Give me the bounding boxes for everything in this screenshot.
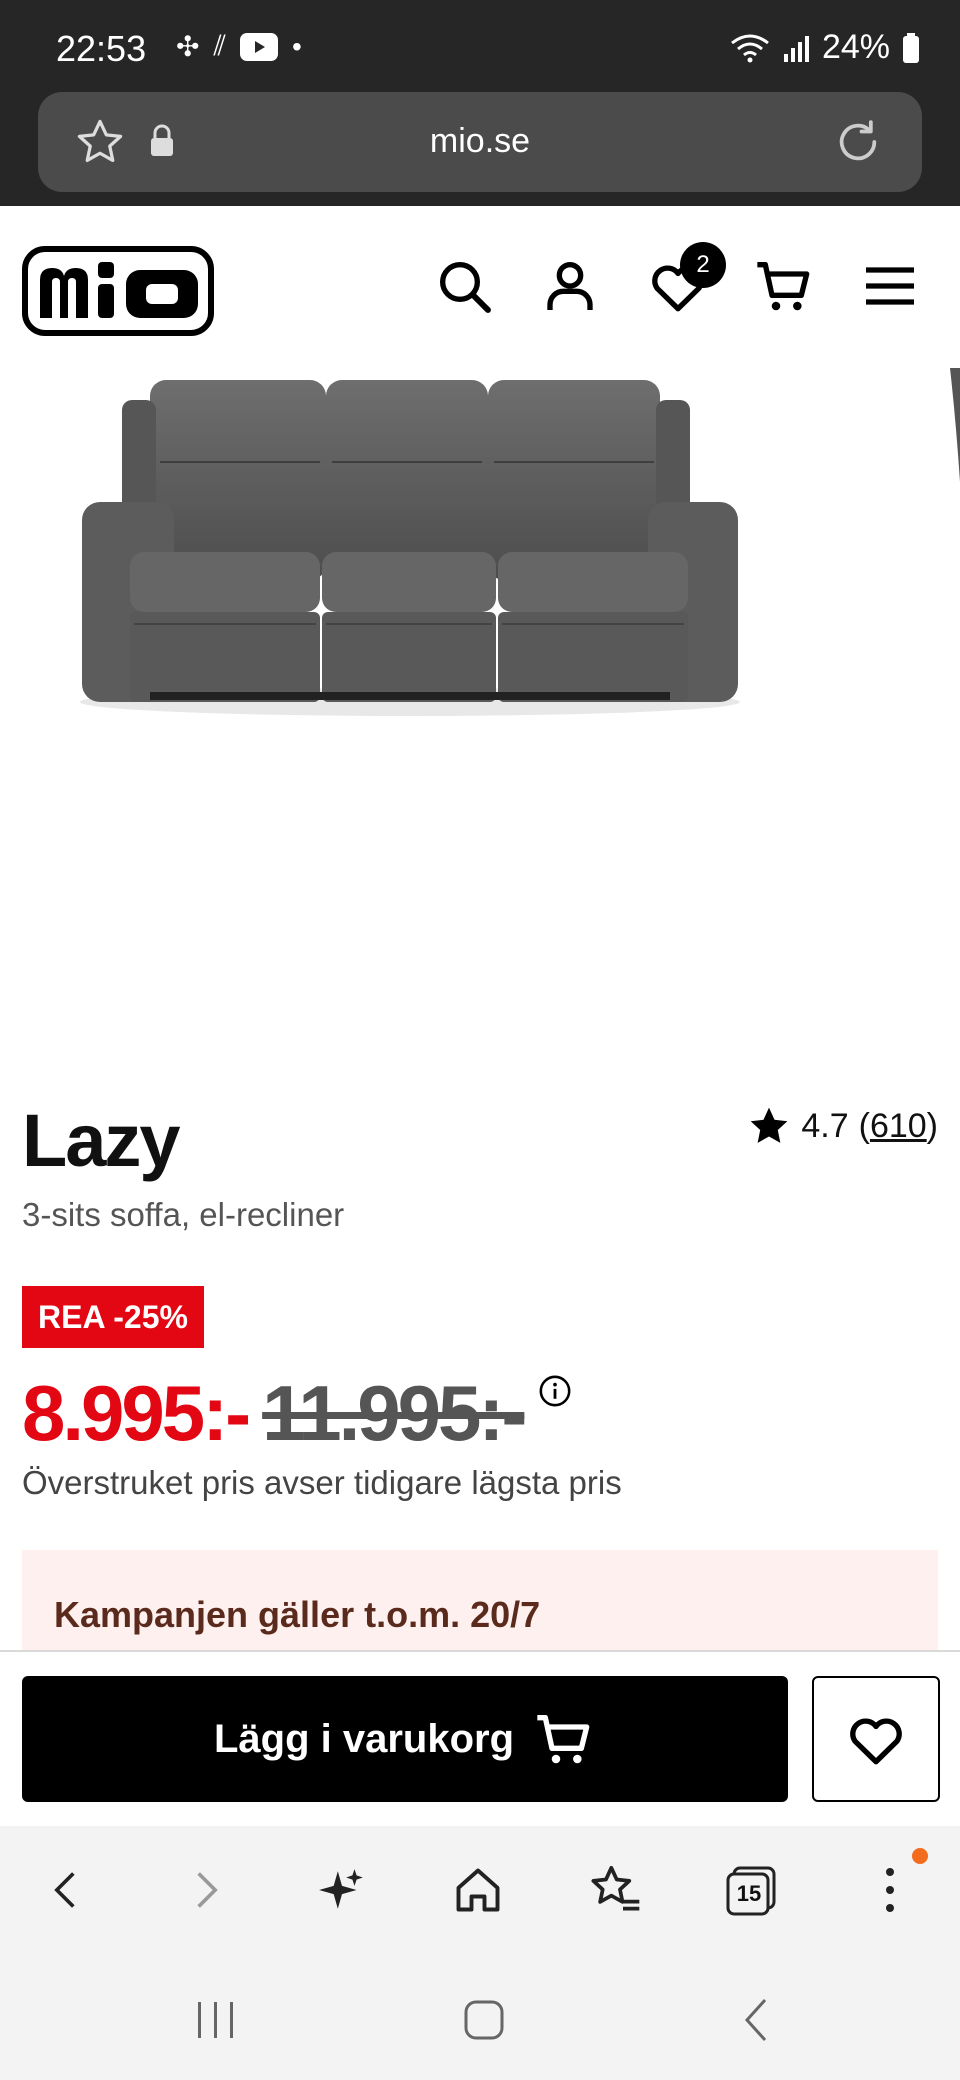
ai-assistant-button[interactable] [310, 1858, 374, 1922]
review-count-link[interactable]: 610 [870, 1107, 927, 1145]
system-home-button[interactable] [452, 1992, 516, 2048]
status-notification-icons: ✣ ⫽ • [176, 30, 302, 63]
price-note: Överstruket pris avser tidigare lägsta p… [22, 1464, 622, 1501]
star-icon [751, 1107, 788, 1143]
tabs-button[interactable]: 15 [720, 1858, 784, 1922]
battery-icon [903, 32, 919, 63]
hamburger-menu-icon[interactable] [858, 254, 922, 318]
battery-percent: 24% [821, 28, 890, 66]
tab-count: 15 [736, 1881, 762, 1906]
add-to-wishlist-button[interactable] [812, 1676, 940, 1802]
url-text[interactable]: mio.se [38, 122, 922, 161]
product-subtitle: 3-sits soffa, el-recliner [22, 1196, 345, 1233]
info-icon[interactable] [538, 1374, 572, 1408]
heart-icon [850, 1718, 902, 1765]
search-icon[interactable] [432, 254, 496, 318]
add-to-cart-button[interactable]: Lägg i varukorg [22, 1676, 788, 1802]
rating-value: 4.7 [801, 1106, 849, 1145]
wishlist-count-badge: 2 [680, 242, 726, 288]
rating-count-wrapper[interactable]: (610) [859, 1107, 938, 1146]
chevron-right-icon [197, 1872, 218, 1908]
recent-apps-button[interactable] [184, 1992, 248, 2048]
chevron-left-icon [54, 1872, 75, 1908]
bookmark-list-icon [591, 1865, 640, 1911]
dot-icon: • [291, 30, 302, 62]
account-icon[interactable] [538, 254, 602, 318]
signal-lines-icon: ⫽ [213, 30, 226, 61]
fan-icon: ✣ [176, 31, 200, 62]
status-time: 22:53 [56, 28, 147, 69]
back-chevron-icon [744, 1998, 767, 2042]
address-bar[interactable]: mio.se [38, 92, 922, 192]
wifi-icon [731, 34, 769, 62]
sparkle-icon [319, 1869, 363, 1909]
original-price: 11.995:- [262, 1369, 527, 1457]
more-vertical-icon [886, 1868, 894, 1912]
sofa-image [80, 368, 960, 716]
sticky-purchase-bar: Lägg i varukorg [0, 1650, 960, 1828]
current-price: 8.995:- [22, 1369, 251, 1457]
mio-logo[interactable] [22, 246, 214, 336]
browser-top-bar: 22:53 ✣ ⫽ • 24% mio.se [0, 0, 960, 206]
notification-dot [912, 1848, 928, 1864]
price-row: 8.995:- 11.995:- [22, 1368, 572, 1459]
system-back-button[interactable] [724, 1992, 788, 2048]
product-image-carousel[interactable] [0, 362, 960, 1042]
system-navigation-bar [0, 1956, 960, 2080]
campaign-banner: Kampanjen gäller t.o.m. 20/7 [22, 1550, 938, 1650]
add-to-cart-label: Lägg i varukorg [213, 1716, 515, 1761]
bookmarks-button[interactable] [584, 1858, 648, 1922]
home-button[interactable] [446, 1858, 510, 1922]
campaign-text: Kampanjen gäller t.o.m. 20/7 [54, 1594, 541, 1635]
reload-icon[interactable] [830, 114, 886, 170]
product-rating[interactable]: 4.7 (610) [747, 1104, 938, 1148]
product-title: Lazy [22, 1099, 181, 1182]
forward-button[interactable] [174, 1858, 238, 1922]
more-menu-button[interactable] [858, 1858, 922, 1922]
youtube-icon [239, 32, 278, 61]
cart-icon [537, 1715, 590, 1764]
sale-badge: REA -25% [22, 1286, 204, 1348]
cart-icon[interactable] [752, 254, 816, 318]
browser-bottom-toolbar: 15 [0, 1826, 960, 1956]
cell-signal-icon [783, 35, 809, 62]
back-button[interactable] [34, 1858, 98, 1922]
home-square-icon [464, 2000, 504, 2040]
site-header: 2 [0, 206, 960, 364]
recent-apps-icon [198, 2002, 233, 2038]
home-icon [456, 1868, 500, 1912]
status-right: 24% [730, 28, 920, 67]
